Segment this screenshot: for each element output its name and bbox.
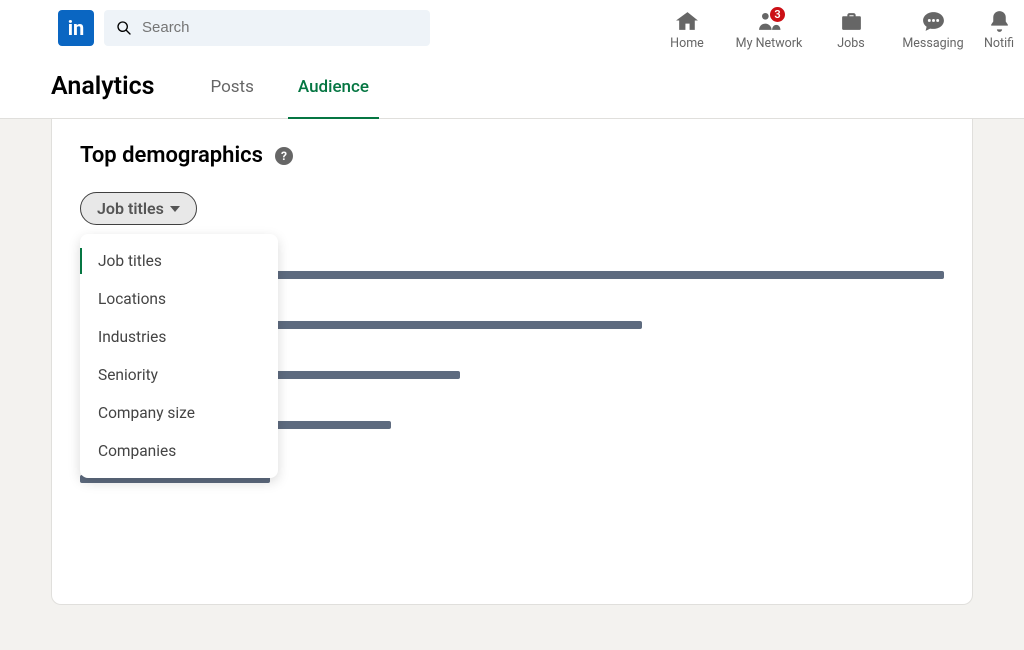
section-title: Top demographics (80, 143, 263, 168)
nav-label: Jobs (837, 36, 865, 51)
dropdown-item-locations[interactable]: Locations (80, 280, 278, 318)
network-badge: 3 (769, 6, 786, 23)
nav-home[interactable]: Home (646, 8, 728, 51)
search-box[interactable] (104, 10, 430, 46)
help-icon[interactable]: ? (275, 147, 293, 165)
dropdown-item-seniority[interactable]: Seniority (80, 356, 278, 394)
tab-posts[interactable]: Posts (210, 55, 253, 118)
nav-label: Home (670, 36, 704, 51)
content-card: Top demographics ? Job titles Job titles… (51, 119, 973, 605)
home-icon (675, 9, 700, 34)
message-icon (921, 9, 946, 34)
dropdown-item-companies[interactable]: Companies (80, 432, 278, 470)
dropdown-item-company-size[interactable]: Company size (80, 394, 278, 432)
top-nav: in Home 3 My Network Jobs Messaging Noti… (0, 0, 1024, 55)
nav-items: Home 3 My Network Jobs Messaging Notifi (646, 4, 1024, 51)
nav-label: Notifi (984, 36, 1014, 51)
page-title: Analytics (51, 72, 154, 101)
filter-selected-label: Job titles (97, 199, 164, 218)
filter-dropdown: Job titles Locations Industries Seniorit… (80, 234, 278, 478)
bell-icon (987, 9, 1012, 34)
nav-label: My Network (736, 36, 803, 51)
briefcase-icon (839, 9, 864, 34)
sub-nav: Analytics Posts Audience (0, 55, 1024, 119)
nav-notifications[interactable]: Notifi (974, 8, 1024, 51)
nav-label: Messaging (902, 36, 963, 51)
nav-messaging[interactable]: Messaging (892, 8, 974, 51)
section-header: Top demographics ? (80, 143, 944, 168)
nav-jobs[interactable]: Jobs (810, 8, 892, 51)
search-icon (116, 20, 132, 36)
linkedin-logo[interactable]: in (58, 10, 94, 46)
nav-network[interactable]: 3 My Network (728, 8, 810, 51)
tabs: Posts Audience (210, 55, 369, 118)
dropdown-item-industries[interactable]: Industries (80, 318, 278, 356)
filter-pill[interactable]: Job titles (80, 192, 197, 225)
caret-down-icon (170, 206, 180, 212)
dropdown-item-job-titles[interactable]: Job titles (80, 242, 278, 280)
search-input[interactable] (142, 19, 418, 36)
tab-audience[interactable]: Audience (298, 55, 369, 118)
